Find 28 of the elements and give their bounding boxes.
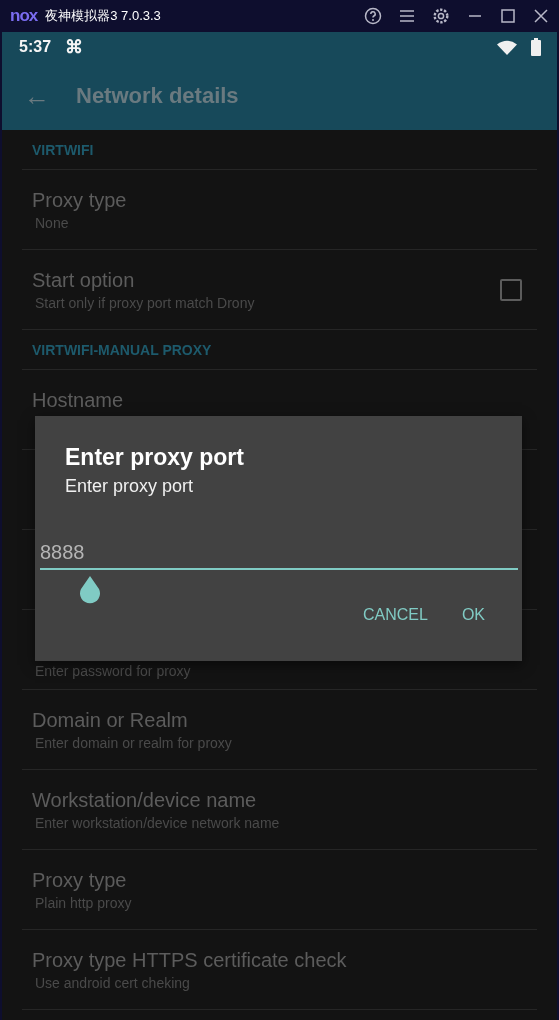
maximize-icon[interactable] bbox=[500, 8, 516, 24]
setting-title[interactable]: Proxy type bbox=[32, 189, 127, 211]
cancel-button[interactable]: CANCEL bbox=[350, 600, 440, 630]
setting-title[interactable]: Workstation/device name bbox=[32, 789, 257, 811]
setting-title[interactable]: Proxy type bbox=[32, 869, 127, 891]
setting-title[interactable]: Hostname bbox=[32, 389, 124, 411]
notification-icon: ⌘ bbox=[65, 36, 84, 58]
dialog-title: Enter proxy port bbox=[64, 444, 245, 470]
port-field[interactable]: 8888 bbox=[40, 539, 518, 570]
ok-button[interactable]: OK bbox=[449, 600, 497, 630]
help-icon[interactable] bbox=[364, 7, 382, 25]
section-header: VIRTWIFI bbox=[32, 141, 94, 158]
clock: 5:37 bbox=[19, 38, 52, 56]
setting-title[interactable]: Start option bbox=[32, 269, 135, 291]
page-title: Network details bbox=[76, 83, 239, 109]
window-title: 夜神模拟器3 7.0.3.3 bbox=[45, 7, 162, 25]
dialog-message: Enter proxy port bbox=[64, 476, 195, 497]
close-icon[interactable] bbox=[533, 8, 549, 24]
menu-icon[interactable] bbox=[399, 9, 415, 23]
setting-title[interactable]: Domain or Realm bbox=[32, 709, 188, 731]
app-logo: nox bbox=[10, 6, 38, 26]
back-button[interactable]: ← bbox=[24, 80, 76, 112]
battery-icon bbox=[531, 38, 541, 56]
setting-title[interactable]: Proxy type HTTPS certificate check bbox=[32, 949, 347, 971]
section-header: VIRTWIFI-MANUAL PROXY bbox=[32, 341, 212, 358]
settings-icon[interactable] bbox=[432, 7, 450, 25]
wifi-icon bbox=[497, 39, 517, 55]
checkbox[interactable] bbox=[500, 279, 522, 301]
